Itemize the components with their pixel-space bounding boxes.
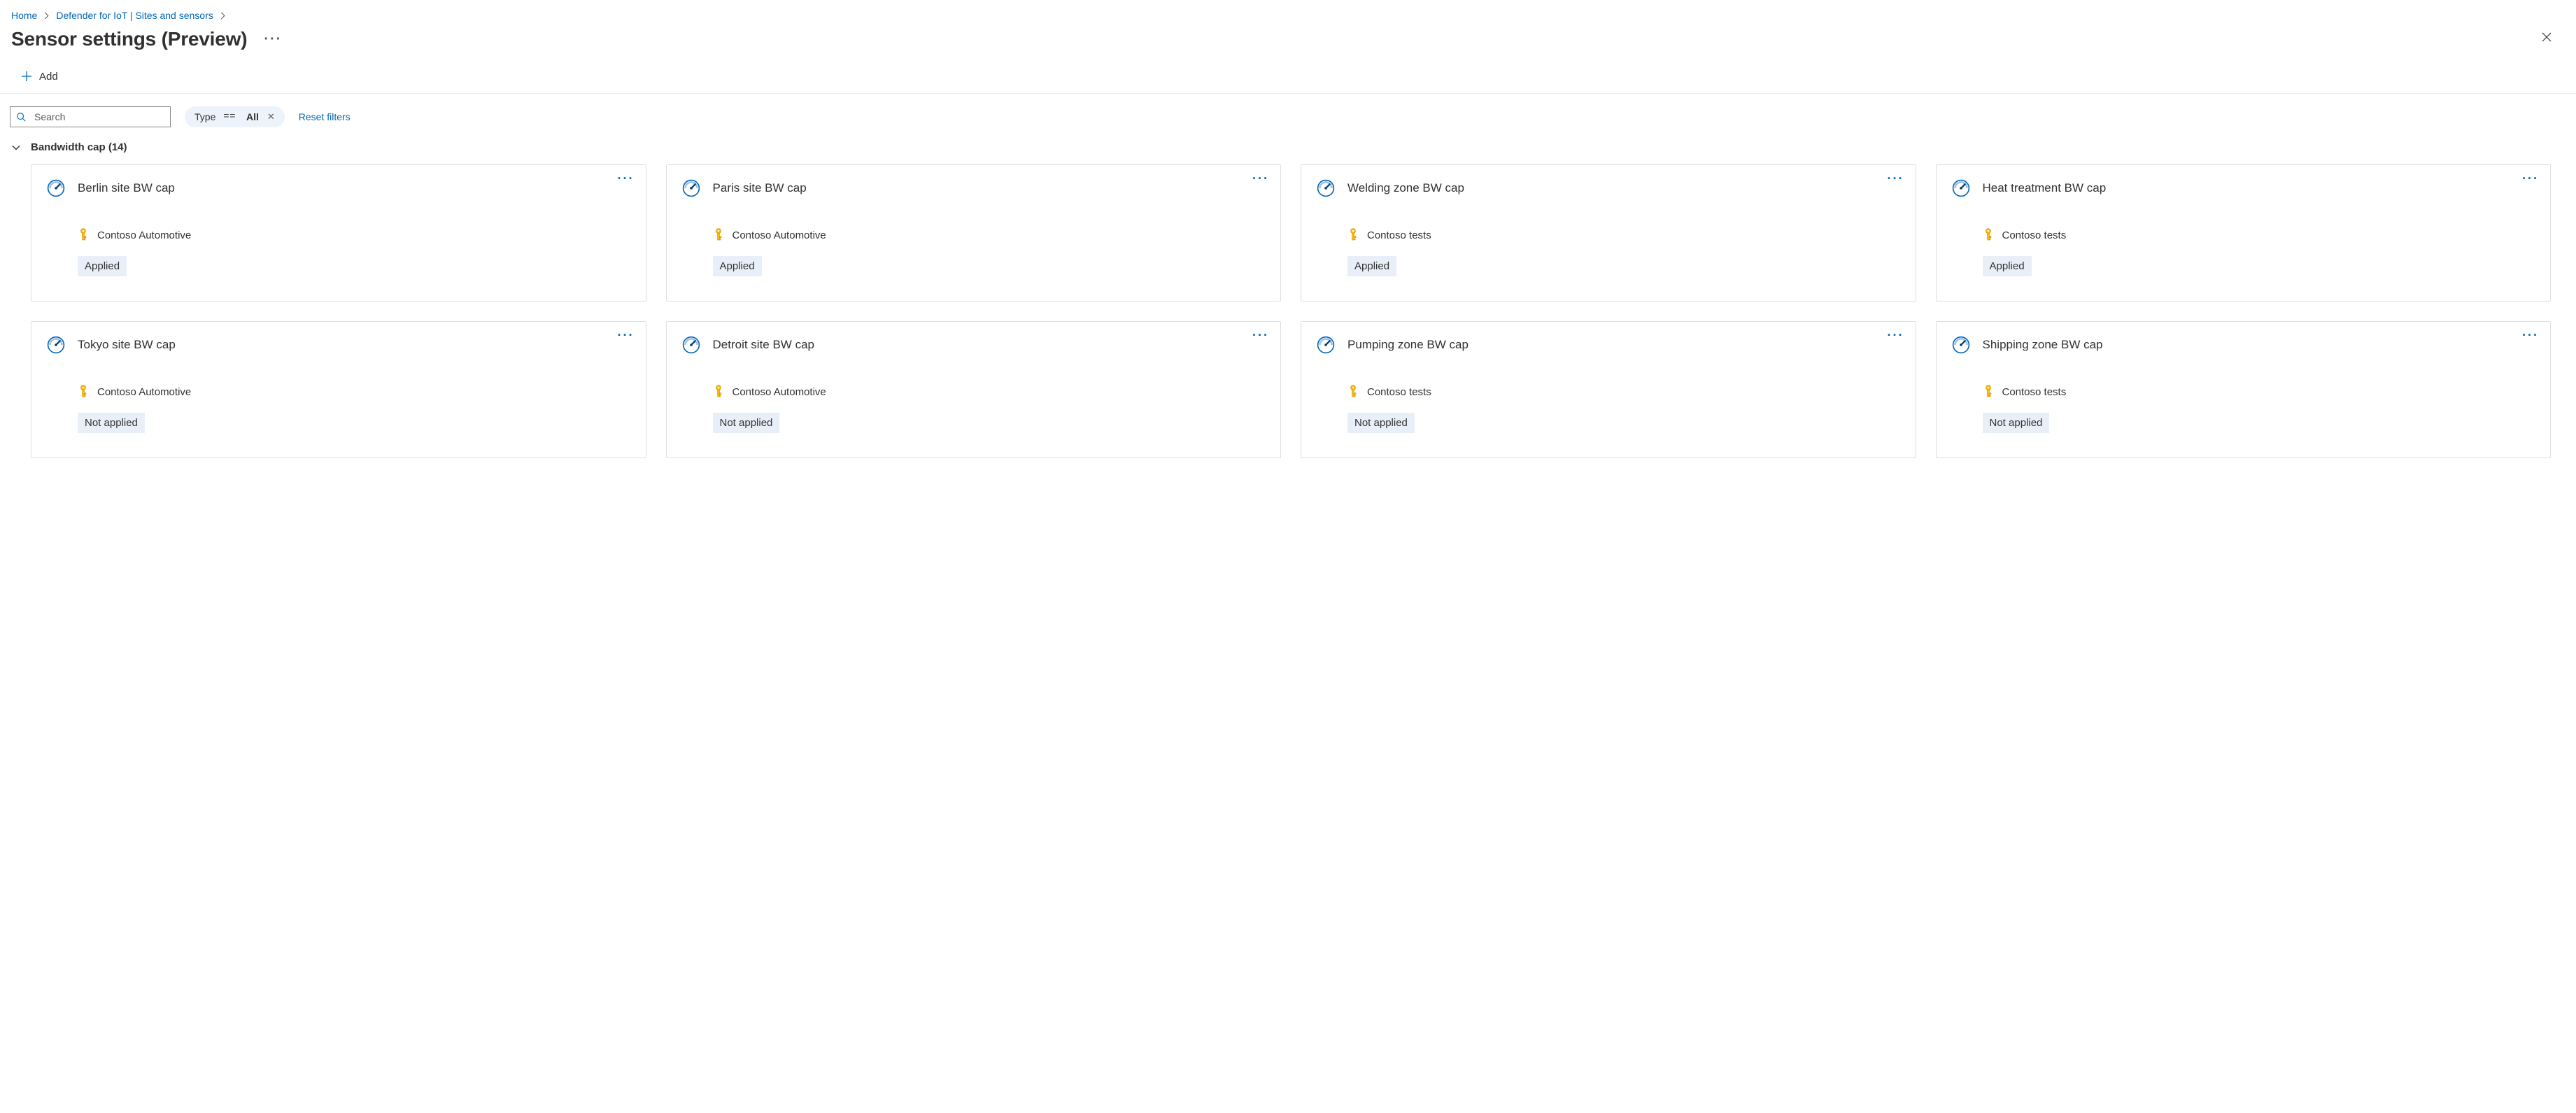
gauge-icon — [1317, 179, 1335, 197]
reset-filters-link[interactable]: Reset filters — [299, 111, 351, 122]
type-filter-pill[interactable]: Type == All ✕ — [185, 106, 285, 127]
group-header-bandwidth-cap[interactable]: Bandwidth cap (14) — [10, 140, 2555, 164]
search-icon — [16, 112, 26, 122]
card-subscription: Contoso Automotive — [97, 229, 191, 241]
gauge-icon — [1317, 336, 1335, 354]
chevron-down-icon — [11, 143, 21, 153]
divider — [0, 93, 2576, 94]
status-badge: Not applied — [713, 413, 780, 433]
chevron-right-icon — [219, 12, 227, 20]
key-icon — [713, 385, 724, 399]
card-title: Paris site BW cap — [713, 181, 807, 195]
key-icon — [78, 385, 89, 399]
close-icon — [2541, 31, 2552, 43]
card-subscription: Contoso tests — [2002, 386, 2067, 398]
gauge-icon — [682, 336, 700, 354]
key-icon — [713, 228, 724, 242]
card-more-button[interactable]: ··· — [1252, 172, 1269, 185]
filter-bar: Type == All ✕ Reset filters — [10, 106, 2555, 140]
sensor-setting-card[interactable]: ··· Shipping zone BW cap Contoso tests N… — [1936, 321, 2552, 458]
card-subscription: Contoso Automotive — [733, 386, 826, 398]
sensor-setting-card[interactable]: ··· Heat treatment BW cap Contoso tests … — [1936, 164, 2552, 302]
breadcrumb: Home Defender for IoT | Sites and sensor… — [10, 8, 2555, 27]
add-button-label: Add — [39, 71, 58, 83]
close-button[interactable] — [2534, 27, 2555, 51]
card-subscription: Contoso tests — [1367, 386, 1431, 398]
card-title: Berlin site BW cap — [78, 181, 175, 195]
card-more-button[interactable]: ··· — [618, 329, 635, 341]
card-more-button[interactable]: ··· — [1252, 329, 1269, 341]
filter-clear-icon[interactable]: ✕ — [260, 111, 275, 122]
key-icon — [1983, 228, 1994, 242]
sensor-setting-card[interactable]: ··· Berlin site BW cap Contoso Automotiv… — [31, 164, 646, 302]
sensor-setting-card[interactable]: ··· Detroit site BW cap Contoso Automoti… — [666, 321, 1282, 458]
breadcrumb-link[interactable]: Home — [11, 10, 37, 21]
card-subscription: Contoso Automotive — [97, 386, 191, 398]
gauge-icon — [682, 179, 700, 197]
card-more-button[interactable]: ··· — [1888, 172, 1904, 185]
card-subscription: Contoso tests — [2002, 229, 2067, 241]
filter-op: == — [217, 111, 242, 122]
gauge-icon — [1952, 336, 1970, 354]
gauge-icon — [47, 336, 65, 354]
card-more-button[interactable]: ··· — [1888, 329, 1904, 341]
chevron-right-icon — [43, 12, 50, 20]
card-title: Shipping zone BW cap — [1983, 338, 2103, 352]
cards-grid: ··· Berlin site BW cap Contoso Automotiv… — [10, 164, 2555, 458]
sensor-setting-card[interactable]: ··· Pumping zone BW cap Contoso tests No… — [1301, 321, 1916, 458]
sensor-setting-card[interactable]: ··· Tokyo site BW cap Contoso Automotive… — [31, 321, 646, 458]
key-icon — [78, 228, 89, 242]
card-title: Pumping zone BW cap — [1347, 338, 1469, 352]
card-title: Heat treatment BW cap — [1983, 181, 2107, 195]
card-more-button[interactable]: ··· — [2522, 329, 2539, 341]
status-badge: Not applied — [1347, 413, 1415, 433]
plus-icon — [21, 71, 32, 82]
key-icon — [1983, 385, 1994, 399]
status-badge: Not applied — [78, 413, 145, 433]
page-title-more-button[interactable]: ··· — [260, 28, 286, 50]
key-icon — [1347, 228, 1359, 242]
status-badge: Not applied — [1983, 413, 2050, 433]
breadcrumb-link[interactable]: Defender for IoT | Sites and sensors — [56, 10, 213, 21]
search-input[interactable] — [33, 111, 164, 123]
sensor-setting-card[interactable]: ··· Welding zone BW cap Contoso tests Ap… — [1301, 164, 1916, 302]
sensor-setting-card[interactable]: ··· Paris site BW cap Contoso Automotive… — [666, 164, 1282, 302]
card-title: Tokyo site BW cap — [78, 338, 176, 352]
status-badge: Applied — [78, 256, 127, 276]
search-input-wrapper[interactable] — [10, 106, 171, 127]
key-icon — [1347, 385, 1359, 399]
card-title: Detroit site BW cap — [713, 338, 815, 352]
card-subscription: Contoso Automotive — [733, 229, 826, 241]
gauge-icon — [1952, 179, 1970, 197]
filter-value: All — [243, 111, 259, 122]
group-header-label: Bandwidth cap (14) — [31, 141, 127, 153]
page-title: Sensor settings (Preview) — [11, 28, 247, 50]
add-button[interactable]: Add — [14, 66, 65, 87]
command-bar: Add — [10, 59, 2555, 93]
status-badge: Applied — [1347, 256, 1396, 276]
gauge-icon — [47, 179, 65, 197]
card-title: Welding zone BW cap — [1347, 181, 1464, 195]
filter-key: Type — [194, 111, 215, 122]
status-badge: Applied — [1983, 256, 2032, 276]
card-more-button[interactable]: ··· — [618, 172, 635, 185]
card-more-button[interactable]: ··· — [2522, 172, 2539, 185]
status-badge: Applied — [713, 256, 762, 276]
card-subscription: Contoso tests — [1367, 229, 1431, 241]
